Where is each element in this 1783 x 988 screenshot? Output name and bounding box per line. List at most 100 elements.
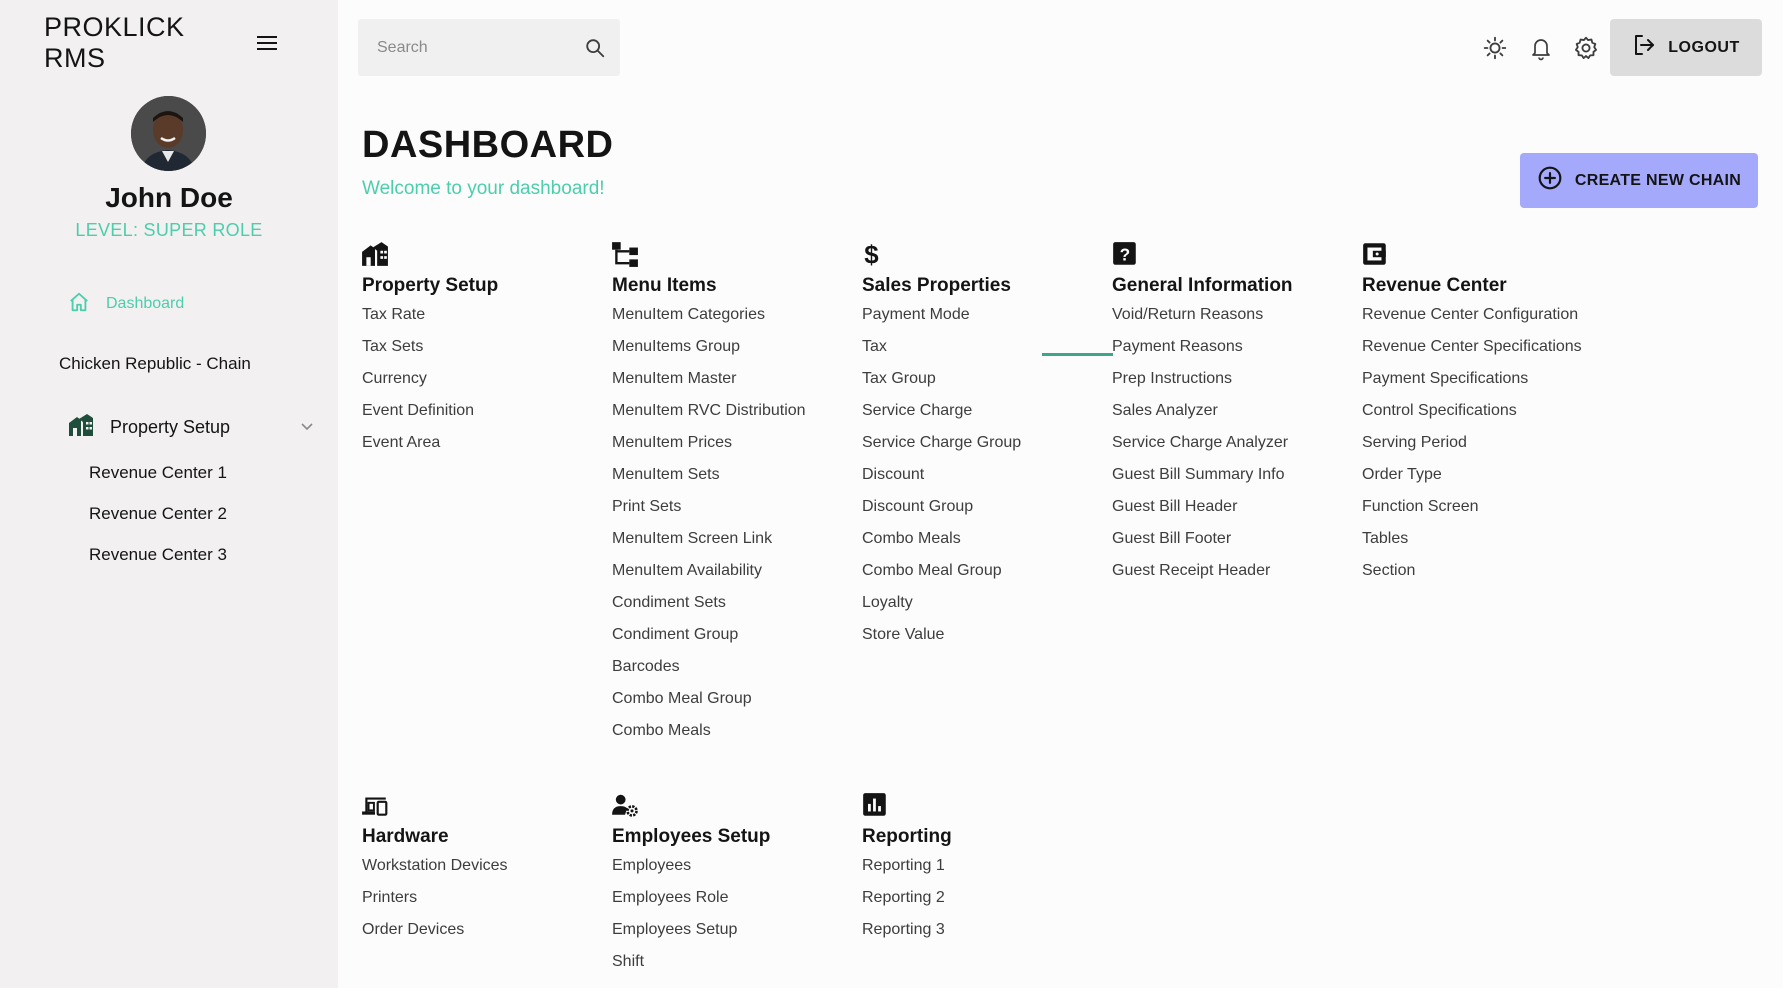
hierarchy-icon [611,240,639,268]
section-link[interactable]: Tax Sets [362,331,602,363]
section-link[interactable]: MenuItem Categories [612,299,852,331]
section-link[interactable]: Combo Meals [612,715,852,747]
section-link[interactable]: Payment Mode [862,299,1102,331]
section-link[interactable]: Void/Return Reasons [1112,299,1352,331]
search-icon[interactable] [584,35,606,61]
section-employees-setup: Employees Setup Employees Employees Role E… [612,791,852,978]
section-title: Revenue Center [1362,275,1507,296]
section-link[interactable]: Tax Group [862,363,1102,395]
sidebar-item-dashboard[interactable]: Dashboard [68,290,184,318]
section-link[interactable]: Payment Specifications [1362,363,1602,395]
sidebar-item-revenue-center-1[interactable]: Revenue Center 1 [89,463,227,483]
create-new-chain-button[interactable]: CREATE NEW CHAIN [1520,153,1758,208]
section-link[interactable]: Combo Meals [862,523,1102,555]
settings-icon[interactable] [1571,33,1601,63]
home-icon [68,291,90,318]
light-mode-icon[interactable] [1480,33,1510,63]
section-links: Reporting 1 Reporting 2 Reporting 3 [862,850,1102,946]
section-link[interactable]: MenuItem Availability [612,555,852,587]
section-link[interactable]: Payment Reasons [1112,331,1352,363]
section-title: Sales Properties [862,275,1011,296]
section-link[interactable]: Revenue Center Specifications [1362,331,1602,363]
section-link[interactable]: Workstation Devices [362,850,602,882]
section-link[interactable]: Revenue Center Configuration [1362,299,1602,331]
section-link[interactable]: Function Screen [1362,491,1602,523]
section-link[interactable]: Serving Period [1362,427,1602,459]
section-link[interactable]: Barcodes [612,651,852,683]
logout-button[interactable]: LOGOUT [1610,19,1762,76]
section-links: Revenue Center Configuration Revenue Cent… [1362,299,1602,587]
section-link[interactable]: Tables [1362,523,1602,555]
section-link[interactable]: Section [1362,555,1602,587]
sidebar-item-revenue-center-2[interactable]: Revenue Center 2 [89,504,227,524]
chevron-down-icon[interactable] [300,418,314,436]
section-link[interactable]: Reporting 3 [862,914,1102,946]
wallet-icon [1361,240,1389,268]
section-revenue-center: Revenue Center Revenue Center Configurat… [1362,240,1602,587]
section-link[interactable]: Store Value [862,619,1102,651]
section-link[interactable]: Event Area [362,427,602,459]
section-link[interactable]: Guest Receipt Header [1112,555,1352,587]
chain-name: Chicken Republic - Chain [59,354,251,373]
section-link[interactable]: Shift [612,946,852,978]
section-link[interactable]: MenuItem Sets [612,459,852,491]
section-link[interactable]: MenuItem Screen Link [612,523,852,555]
section-link[interactable]: Loyalty [862,587,1102,619]
section-link[interactable]: Condiment Group [612,619,852,651]
section-link[interactable]: Guest Bill Summary Info [1112,459,1352,491]
section-link[interactable]: Employees Role [612,882,852,914]
section-link[interactable]: Discount [862,459,1102,491]
section-link[interactable]: Currency [362,363,602,395]
section-link[interactable]: MenuItem RVC Distribution [612,395,852,427]
section-link[interactable]: Discount Group [862,491,1102,523]
section-link[interactable]: MenuItem Prices [612,427,852,459]
section-link[interactable]: Reporting 2 [862,882,1102,914]
section-link[interactable]: Service Charge Analyzer [1112,427,1352,459]
section-link[interactable]: Guest Bill Footer [1112,523,1352,555]
section-link[interactable]: Employees [612,850,852,882]
sidebar-item-property-setup[interactable]: Property Setup [68,412,314,442]
section-link[interactable]: Service Charge Group [862,427,1102,459]
section-title: Property Setup [362,275,499,296]
section-link[interactable]: Event Definition [362,395,602,427]
section-link[interactable]: MenuItems Group [612,331,852,363]
section-link[interactable]: Guest Bill Header [1112,491,1352,523]
section-link[interactable]: Prep Instructions [1112,363,1352,395]
sidebar-item-label: Dashboard [106,295,185,312]
section-link[interactable]: Employees Setup [612,914,852,946]
section-hardware: Hardware Workstation Devices Printers Orde… [362,791,602,946]
section-link[interactable]: Tax [862,331,1102,363]
hamburger-menu-icon[interactable] [251,26,284,60]
section-reporting: Reporting Reporting 1 Reporting 2 Reportin… [862,791,1102,946]
sidebar-item-revenue-center-3[interactable]: Revenue Center 3 [89,545,227,565]
question-icon: ? [1111,240,1139,268]
section-link[interactable]: Printers [362,882,602,914]
section-link[interactable]: Print Sets [612,491,852,523]
section-link[interactable]: Order Devices [362,914,602,946]
building-icon [68,413,94,442]
search-input[interactable] [377,38,584,57]
section-link[interactable]: Combo Meal Group [862,555,1102,587]
section-link[interactable]: Service Charge [862,395,1102,427]
add-circle-icon [1537,165,1563,196]
section-link[interactable]: Tax Rate [362,299,602,331]
section-title: Reporting [862,826,952,847]
section-title: Menu Items [612,275,717,296]
create-new-chain-label: CREATE NEW CHAIN [1574,171,1742,189]
section-links: Void/Return Reasons Payment Reasons Prep I… [1112,299,1352,587]
section-menu-items: Menu Items MenuItem Categories MenuItems … [612,240,852,747]
section-links: MenuItem Categories MenuItems Group MenuIt… [612,299,852,747]
section-link[interactable]: Reporting 1 [862,850,1102,882]
user-level: LEVEL: SUPER ROLE [75,220,263,240]
section-links: Payment Mode Tax Tax Group Service Charge Se… [862,299,1102,651]
section-link[interactable]: Sales Analyzer [1112,395,1352,427]
notifications-icon[interactable] [1526,33,1556,63]
section-link[interactable]: Condiment Sets [612,587,852,619]
section-link[interactable]: Combo Meal Group [612,683,852,715]
avatar [131,96,206,171]
section-title: Employees Setup [612,826,771,847]
section-link[interactable]: Order Type [1362,459,1602,491]
bar-chart-icon [861,791,889,819]
section-link[interactable]: Control Specifications [1362,395,1602,427]
section-link[interactable]: MenuItem Master [612,363,852,395]
